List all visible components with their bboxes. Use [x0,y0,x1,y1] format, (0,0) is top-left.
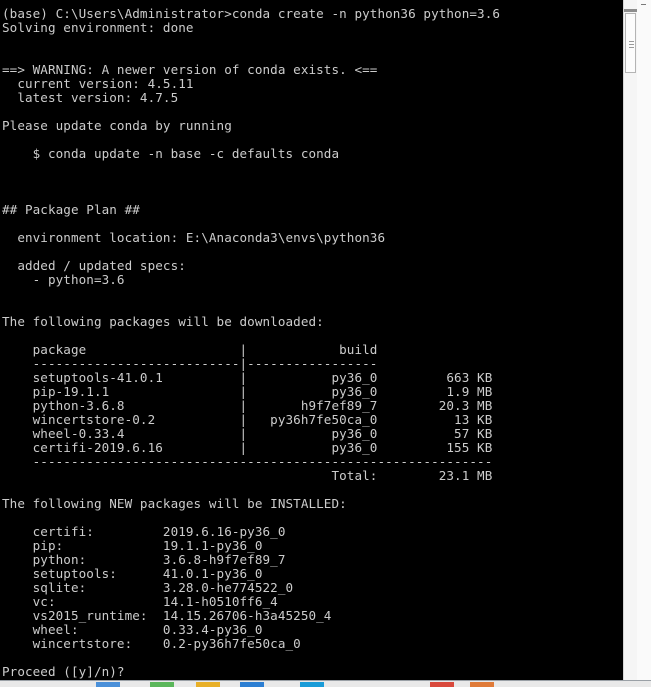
terminal-line: latest version: 4.7.5 [2,90,179,105]
terminal-line: vs2015_runtime: 14.15.26706-h3a45250_4 [2,608,332,623]
terminal-line: certifi: 2019.6.16-py36_0 [2,524,286,539]
terminal-line: Please update conda by running [2,118,232,133]
terminal-line: Solving environment: done [2,20,194,35]
terminal-line: - python=3.6 [2,272,125,287]
terminal-line: sqlite: 3.28.0-he774522_0 [2,580,294,595]
taskbar-icon[interactable] [150,682,174,687]
taskbar-icon[interactable] [300,682,324,687]
terminal-line: ---------------------------|------------… [2,356,378,371]
terminal-line: ----------------------------------------… [2,454,493,469]
terminal-line: Total: 23.1 MB [2,468,493,483]
terminal-line: ==> WARNING: A newer version of conda ex… [2,62,378,77]
vertical-scrollbar[interactable] [623,0,637,680]
terminal-line: added / updated specs: [2,258,186,273]
terminal-line: wheel-0.33.4 | py36_0 57 KB [2,426,493,441]
terminal-line: wincertstore-0.2 | py36h7fe50ca_0 13 KB [2,412,493,427]
terminal-line: package | build [2,342,378,357]
taskbar-top-border [0,680,651,681]
window-edge-marker [641,4,646,5]
terminal-line: setuptools: 41.0.1-py36_0 [2,566,263,581]
taskbar-icon[interactable] [196,682,220,687]
terminal-output[interactable]: (base) C:\Users\Administrator>conda crea… [2,7,637,679]
terminal-line: wheel: 0.33.4-py36_0 [2,622,263,637]
terminal-line: Proceed ([y]/n)? [2,664,125,679]
taskbar-icon[interactable] [96,682,120,687]
terminal-line: vc: 14.1-h0510ff6_4 [2,594,278,609]
taskbar[interactable] [0,680,651,687]
terminal-line: current version: 4.5.11 [2,76,194,91]
scrollbar-track[interactable] [624,0,637,680]
terminal-line: python: 3.6.8-h9f7ef89_7 [2,552,286,567]
terminal-line: (base) C:\Users\Administrator>conda crea… [2,6,501,21]
terminal-line: $ conda update -n base -c defaults conda [2,146,340,161]
taskbar-icon[interactable] [470,682,494,687]
scrollbar-top-cap [624,9,637,12]
desktop-gutter [637,0,651,680]
desktop-screen: (base) C:\Users\Administrator>conda crea… [0,0,651,687]
taskbar-icon[interactable] [430,682,454,687]
terminal-line: environment location: E:\Anaconda3\envs\… [2,230,386,245]
command-prompt-window[interactable]: (base) C:\Users\Administrator>conda crea… [0,0,637,680]
scrollbar-thumb[interactable] [625,13,636,73]
terminal-line: The following packages will be downloade… [2,314,324,329]
terminal-line: wincertstore: 0.2-py36h7fe50ca_0 [2,636,301,651]
terminal-line: pip: 19.1.1-py36_0 [2,538,263,553]
taskbar-icon[interactable] [240,682,264,687]
terminal-line: pip-19.1.1 | py36_0 1.9 MB [2,384,493,399]
terminal-line: setuptools-41.0.1 | py36_0 663 KB [2,370,493,385]
terminal-line: certifi-2019.6.16 | py36_0 155 KB [2,440,493,455]
terminal-line: ## Package Plan ## [2,202,140,217]
terminal-line: python-3.6.8 | h9f7ef89_7 20.3 MB [2,398,493,413]
terminal-line: The following NEW packages will be INSTA… [2,496,347,511]
